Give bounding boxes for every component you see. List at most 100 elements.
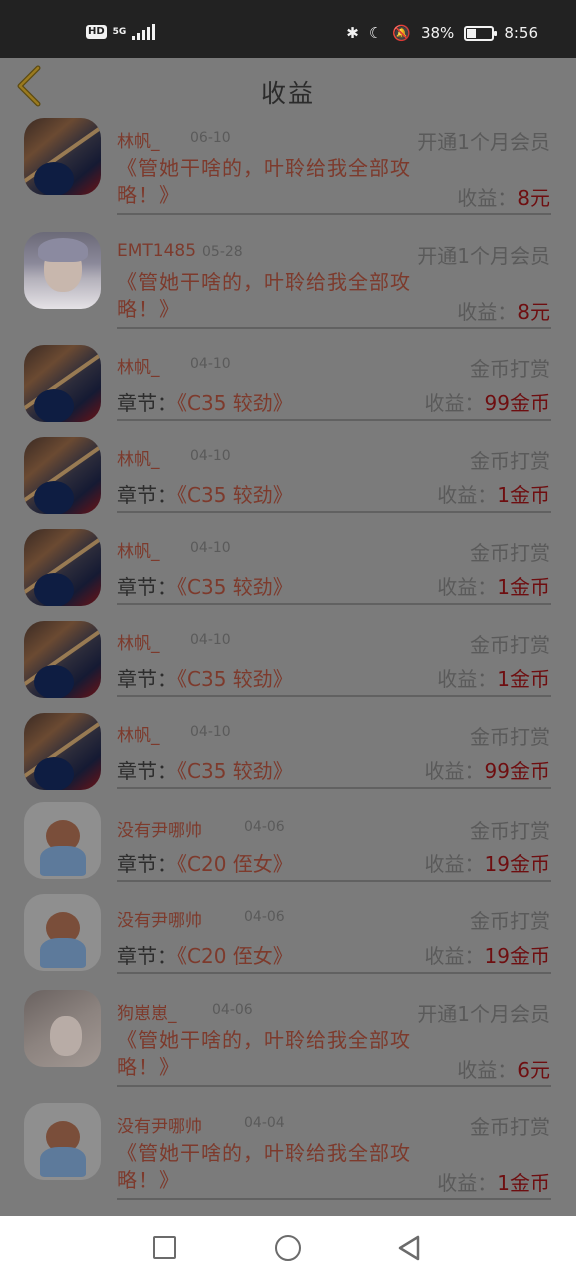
- date: 04-06: [212, 1002, 253, 1018]
- back-icon[interactable]: [396, 1234, 422, 1262]
- list-item[interactable]: 没有尹哪帅 04-06 金币打赏 章节：《C20 侄女》 收益：19金币: [0, 802, 576, 894]
- avatar[interactable]: [24, 621, 101, 698]
- earning-label: 收益：: [424, 944, 485, 968]
- book-title-link[interactable]: 《管她干啥的，叶聆给我全部攻略！》: [117, 269, 417, 323]
- earning-type: 金币打赏: [470, 541, 550, 565]
- user-name: 林帆_: [117, 542, 160, 562]
- user-name: 林帆_: [117, 450, 160, 470]
- earning-amount: 8元: [517, 300, 550, 324]
- list-item[interactable]: 林帆_ 04-10 金币打赏 章节：《C35 较劲》 收益：1金币: [0, 621, 576, 713]
- chapter: 章节：《C35 较劲》: [117, 387, 293, 416]
- earning: 收益：8元: [457, 296, 550, 325]
- earning-label: 收益：: [437, 1171, 498, 1195]
- status-bar: HD 5G ✱ ☾ 🔕 38% 8:56: [0, 0, 576, 58]
- divider: [117, 880, 551, 882]
- avatar[interactable]: [24, 990, 101, 1067]
- list-item[interactable]: 没有尹哪帅 04-06 金币打赏 章节：《C20 侄女》 收益：19金币: [0, 894, 576, 986]
- chapter-label: 章节：: [117, 391, 177, 415]
- user-name: 没有尹哪帅: [117, 911, 202, 931]
- date: 04-10: [190, 632, 231, 648]
- chapter: 章节：《C35 较劲》: [117, 479, 293, 508]
- status-right: ✱ ☾ 🔕 38% 8:56: [346, 24, 538, 42]
- earning-amount: 99金币: [484, 759, 550, 783]
- earning: 收益：6元: [457, 1054, 550, 1083]
- earning-label: 收益：: [424, 852, 485, 876]
- chapter: 章节：《C20 侄女》: [117, 940, 293, 969]
- earning: 收益：8元: [457, 182, 550, 211]
- divider: [117, 787, 551, 789]
- earning-amount: 19金币: [484, 944, 550, 968]
- avatar[interactable]: [24, 1103, 101, 1180]
- date: 04-10: [190, 724, 231, 740]
- earning: 收益：19金币: [425, 940, 550, 969]
- bluetooth-icon: ✱: [346, 24, 359, 42]
- user-name: 没有尹哪帅: [117, 1117, 202, 1137]
- earning-type: 开通1个月会员: [417, 244, 550, 268]
- date: 04-06: [244, 909, 285, 925]
- earning-amount: 1金币: [497, 575, 550, 599]
- list-item[interactable]: 林帆_ 04-10 金币打赏 章节：《C35 较劲》 收益：1金币: [0, 529, 576, 621]
- chapter: 章节：《C20 侄女》: [117, 848, 293, 877]
- list-item[interactable]: 林帆_ 04-10 金币打赏 章节：《C35 较劲》 收益：99金币: [0, 345, 576, 437]
- recent-apps-icon[interactable]: [153, 1236, 176, 1259]
- avatar[interactable]: [24, 232, 101, 309]
- list-item[interactable]: EMT1485 05-28 开通1个月会员 《管她干啥的，叶聆给我全部攻略！》 …: [0, 232, 576, 346]
- earning-type: 金币打赏: [470, 819, 550, 843]
- avatar[interactable]: [24, 529, 101, 606]
- earning-type: 金币打赏: [470, 633, 550, 657]
- battery-icon: [464, 25, 498, 41]
- chapter-link[interactable]: 《C35 较劲》: [177, 391, 293, 415]
- chapter-link[interactable]: 《C20 侄女》: [177, 852, 293, 876]
- earning-type: 金币打赏: [470, 449, 550, 473]
- avatar[interactable]: [24, 713, 101, 790]
- page-title: 收益: [260, 79, 315, 108]
- home-icon[interactable]: [275, 1235, 301, 1261]
- avatar[interactable]: [24, 118, 101, 195]
- divider: [117, 327, 551, 329]
- earning-label: 收益：: [437, 667, 498, 691]
- earning: 收益：1金币: [437, 571, 550, 600]
- chapter-label: 章节：: [117, 852, 177, 876]
- header: 收益: [0, 58, 576, 118]
- chapter-link[interactable]: 《C35 较劲》: [177, 759, 293, 783]
- earning: 收益：99金币: [425, 755, 550, 784]
- list-item[interactable]: 林帆_ 04-10 金币打赏 章节：《C35 较劲》 收益：1金币: [0, 437, 576, 529]
- date: 04-10: [190, 448, 231, 464]
- earning: 收益：99金币: [425, 387, 550, 416]
- earning-amount: 99金币: [484, 391, 550, 415]
- list-item[interactable]: 狗崽崽_ 04-06 开通1个月会员 《管她干啥的，叶聆给我全部攻略！》 收益：…: [0, 988, 576, 1102]
- date: 04-10: [190, 356, 231, 372]
- divider: [117, 972, 551, 974]
- avatar[interactable]: [24, 437, 101, 514]
- avatar[interactable]: [24, 345, 101, 422]
- divider: [117, 213, 551, 215]
- divider: [117, 1198, 551, 1200]
- date: 06-10: [190, 130, 231, 146]
- avatar[interactable]: [24, 894, 101, 971]
- chapter-link[interactable]: 《C35 较劲》: [177, 575, 293, 599]
- earning-amount: 19金币: [484, 852, 550, 876]
- list-item[interactable]: 林帆_ 04-10 金币打赏 章节：《C35 较劲》 收益：99金币: [0, 713, 576, 805]
- earning: 收益：1金币: [437, 1167, 550, 1196]
- earning-type: 金币打赏: [470, 909, 550, 933]
- earning-label: 收益：: [437, 483, 498, 507]
- book-title-link[interactable]: 《管她干啥的，叶聆给我全部攻略！》: [117, 155, 417, 209]
- chapter-link[interactable]: 《C35 较劲》: [177, 667, 293, 691]
- app-screen: 收益 林帆_ 06-10 开通1个月会员 《管她干啥的，叶聆给我全部攻略！》 收…: [0, 58, 576, 1216]
- book-title-link[interactable]: 《管她干啥的，叶聆给我全部攻略！》: [117, 1027, 417, 1081]
- book-title-link[interactable]: 《管她干啥的，叶聆给我全部攻略！》: [117, 1140, 447, 1194]
- earning-label: 收益：: [437, 575, 498, 599]
- earning: 收益：1金币: [437, 479, 550, 508]
- avatar[interactable]: [24, 802, 101, 879]
- earning-type: 金币打赏: [470, 1115, 550, 1139]
- battery-fill: [467, 28, 477, 38]
- earning-label: 收益：: [457, 1058, 518, 1082]
- list-item[interactable]: 林帆_ 06-10 开通1个月会员 《管她干啥的，叶聆给我全部攻略！》 收益：8…: [0, 118, 576, 232]
- list-item[interactable]: 没有尹哪帅 04-04 金币打赏 《管她干啥的，叶聆给我全部攻略！》 收益：1金…: [0, 1101, 576, 1215]
- user-name: 林帆_: [117, 358, 160, 378]
- earning-amount: 1金币: [497, 667, 550, 691]
- user-name: 林帆_: [117, 726, 160, 746]
- chapter-label: 章节：: [117, 667, 177, 691]
- chapter-link[interactable]: 《C20 侄女》: [177, 944, 293, 968]
- chapter-link[interactable]: 《C35 较劲》: [177, 483, 293, 507]
